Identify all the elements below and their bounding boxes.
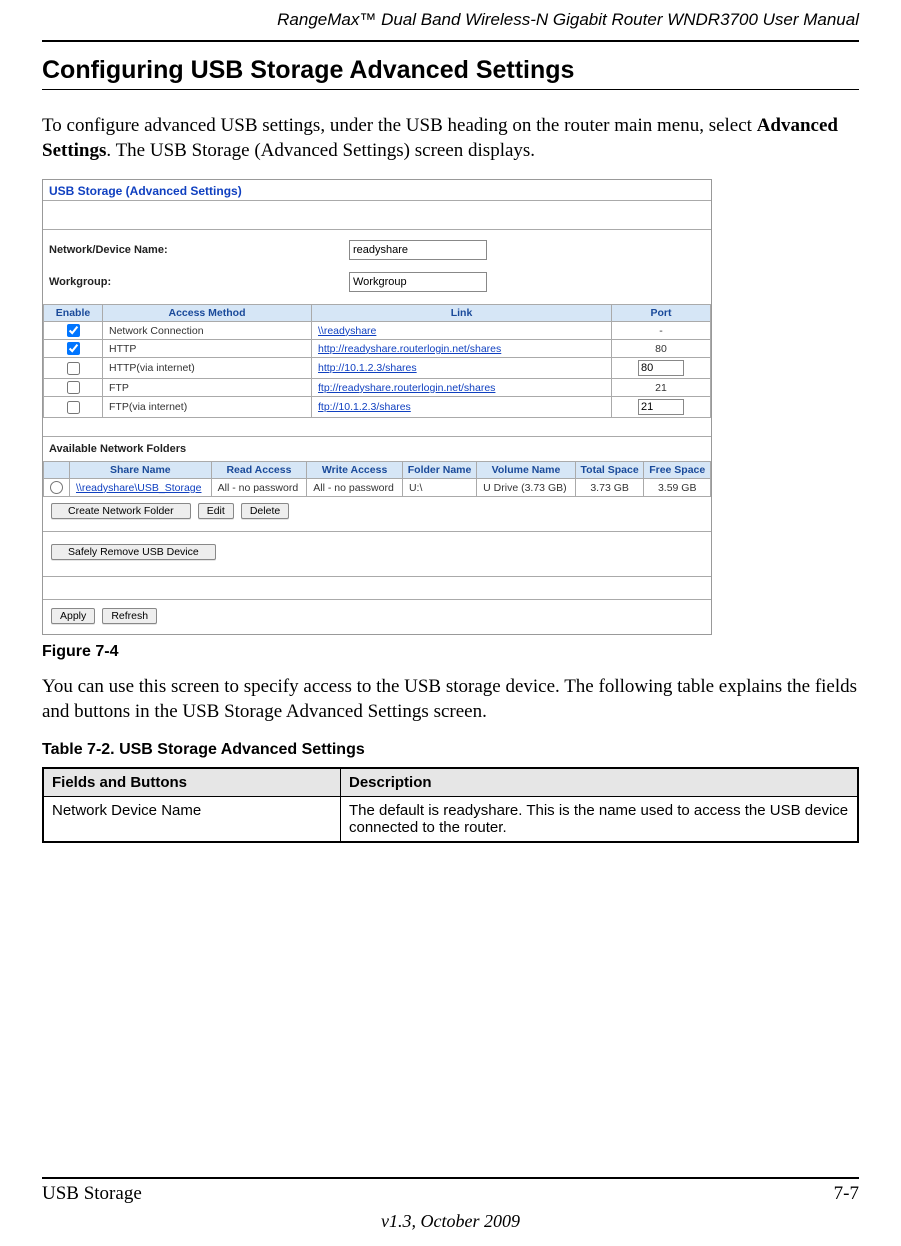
- port-input[interactable]: [638, 399, 684, 415]
- link-cell[interactable]: http://10.1.2.3/shares: [312, 358, 612, 379]
- method-cell: HTTP: [103, 340, 312, 358]
- method-cell: FTP: [103, 379, 312, 397]
- table-row: FTP ftp://readyshare.routerlogin.net/sha…: [44, 379, 711, 397]
- description-table: Fields and Buttons Description Network D…: [42, 767, 859, 843]
- volume-cell: U Drive (3.73 GB): [477, 479, 576, 497]
- header-folder: Folder Name: [402, 462, 476, 479]
- table-row: Network Connection \\readyshare -: [44, 322, 711, 340]
- safely-remove-button[interactable]: Safely Remove USB Device: [51, 544, 216, 560]
- network-folders-table: Share Name Read Access Write Access Fold…: [43, 461, 711, 497]
- intro-suffix: . The USB Storage (Advanced Settings) sc…: [106, 140, 535, 161]
- apply-button[interactable]: Apply: [51, 608, 95, 624]
- link-cell[interactable]: ftp://10.1.2.3/shares: [312, 397, 612, 418]
- rule: [43, 200, 711, 201]
- desc-header-b: Description: [341, 768, 859, 797]
- header-radio: [44, 462, 70, 479]
- table-row: \\readyshare\USB_Storage All - no passwo…: [44, 479, 711, 497]
- folder-buttons-row: Create Network Folder Edit Delete: [43, 497, 711, 525]
- free-cell: 3.59 GB: [644, 479, 711, 497]
- link-cell[interactable]: \\readyshare: [312, 322, 612, 340]
- enable-checkbox[interactable]: [67, 324, 80, 337]
- folder-cell: U:\: [402, 479, 476, 497]
- usb-storage-screenshot: USB Storage (Advanced Settings) Network/…: [42, 179, 712, 635]
- available-folders-label: Available Network Folders: [43, 437, 711, 461]
- footer-rule: [42, 1177, 859, 1179]
- table-row: HTTP(via internet) http://10.1.2.3/share…: [44, 358, 711, 379]
- intro-paragraph: To configure advanced USB settings, unde…: [42, 114, 859, 163]
- header-port: Port: [612, 305, 711, 322]
- header-rule: [42, 40, 859, 42]
- desc-header-a: Fields and Buttons: [43, 768, 341, 797]
- desc-cell-b: The default is readyshare. This is the n…: [341, 796, 859, 842]
- table-row: FTP(via internet) ftp://10.1.2.3/shares: [44, 397, 711, 418]
- method-cell: FTP(via internet): [103, 397, 312, 418]
- header-link: Link: [312, 305, 612, 322]
- port-input[interactable]: [638, 360, 684, 376]
- apply-row: Apply Refresh: [43, 600, 711, 634]
- table-row: HTTP http://readyshare.routerlogin.net/s…: [44, 340, 711, 358]
- device-name-label: Network/Device Name:: [49, 244, 349, 256]
- panel-title: USB Storage (Advanced Settings): [43, 180, 711, 200]
- header-total: Total Space: [575, 462, 644, 479]
- footer-version: v1.3, October 2009: [42, 1211, 859, 1232]
- after-figure-paragraph: You can use this screen to specify acces…: [42, 675, 859, 724]
- edit-button[interactable]: Edit: [198, 503, 234, 519]
- page-footer: USB Storage 7-7 v1.3, October 2009: [42, 1177, 859, 1232]
- table-row: Network Device Name The default is ready…: [43, 796, 858, 842]
- method-cell: Network Connection: [103, 322, 312, 340]
- port-cell: 80: [612, 340, 711, 358]
- delete-button[interactable]: Delete: [241, 503, 289, 519]
- create-folder-button[interactable]: Create Network Folder: [51, 503, 191, 519]
- header-share: Share Name: [70, 462, 212, 479]
- device-name-input[interactable]: [349, 240, 487, 260]
- section-title: Configuring USB Storage Advanced Setting…: [42, 56, 859, 85]
- refresh-button[interactable]: Refresh: [102, 608, 157, 624]
- running-header: RangeMax™ Dual Band Wireless-N Gigabit R…: [42, 0, 859, 36]
- device-name-row: Network/Device Name:: [43, 230, 711, 270]
- port-cell: -: [612, 322, 711, 340]
- workgroup-label: Workgroup:: [49, 276, 349, 288]
- header-write: Write Access: [307, 462, 403, 479]
- header-free: Free Space: [644, 462, 711, 479]
- method-cell: HTTP(via internet): [103, 358, 312, 379]
- rule: [43, 576, 711, 577]
- link-cell[interactable]: ftp://readyshare.routerlogin.net/shares: [312, 379, 612, 397]
- link-cell[interactable]: http://readyshare.routerlogin.net/shares: [312, 340, 612, 358]
- total-cell: 3.73 GB: [575, 479, 644, 497]
- write-cell: All - no password: [307, 479, 403, 497]
- safely-remove-row: Safely Remove USB Device: [43, 532, 711, 566]
- access-methods-table: Enable Access Method Link Port Network C…: [43, 304, 711, 418]
- folder-radio[interactable]: [50, 481, 63, 494]
- read-cell: All - no password: [211, 479, 307, 497]
- footer-page-number: 7-7: [834, 1183, 859, 1205]
- intro-prefix: To configure advanced USB settings, unde…: [42, 115, 757, 136]
- port-cell: 21: [612, 379, 711, 397]
- workgroup-input[interactable]: [349, 272, 487, 292]
- figure-caption: Figure 7-4: [42, 643, 859, 661]
- share-cell[interactable]: \\readyshare\USB_Storage: [70, 479, 212, 497]
- desc-cell-a: Network Device Name: [43, 796, 341, 842]
- header-read: Read Access: [211, 462, 307, 479]
- enable-checkbox[interactable]: [67, 381, 80, 394]
- workgroup-row: Workgroup:: [43, 270, 711, 304]
- header-volume: Volume Name: [477, 462, 576, 479]
- enable-checkbox[interactable]: [67, 362, 80, 375]
- footer-left: USB Storage: [42, 1183, 142, 1205]
- section-underline: [42, 89, 859, 90]
- enable-checkbox[interactable]: [67, 401, 80, 414]
- table-caption: Table 7-2. USB Storage Advanced Settings: [42, 741, 859, 759]
- enable-checkbox[interactable]: [67, 342, 80, 355]
- header-method: Access Method: [103, 305, 312, 322]
- header-enable: Enable: [44, 305, 103, 322]
